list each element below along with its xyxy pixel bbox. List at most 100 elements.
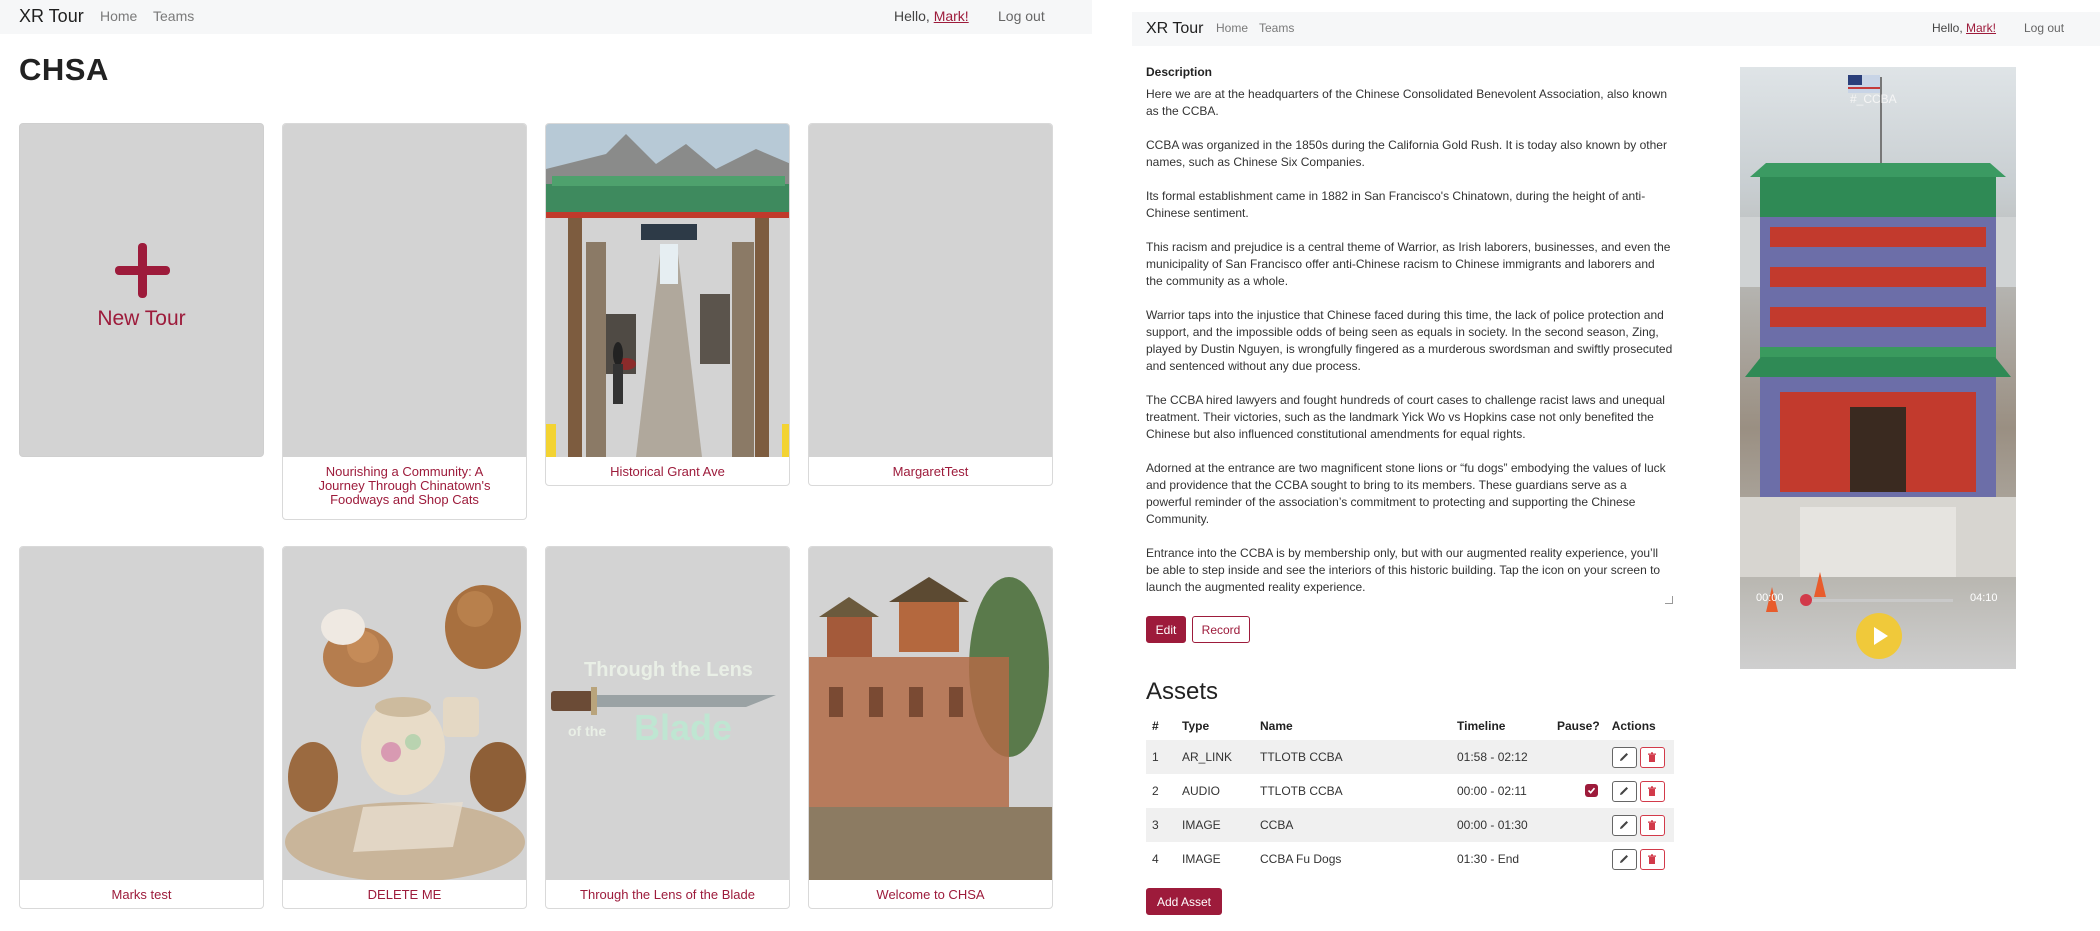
trash-icon: [1648, 786, 1657, 796]
table-row[interactable]: 1 AR_LINK TTLOTB CCBA 01:58 - 02:12: [1146, 740, 1674, 774]
edit-asset-button[interactable]: [1611, 780, 1637, 802]
current-time: 00:00: [1756, 592, 1784, 604]
description-paragraph: Adorned at the entrance are two magnific…: [1146, 461, 1666, 526]
ccba-building-image: [1740, 75, 2016, 612]
table-row[interactable]: 2 AUDIO TTLOTB CCBA 00:00 - 02:11: [1146, 774, 1674, 808]
page-title: CHSA: [19, 52, 109, 87]
description-paragraph: The CCBA hired lawyers and fought hundre…: [1146, 393, 1665, 441]
tour-list-screen: XR Tour Home Teams Hello, Mark! Log out …: [0, 0, 1092, 931]
description-textarea[interactable]: Here we are at the headquarters of the C…: [1146, 86, 1674, 606]
play-icon: [1874, 627, 1888, 645]
cell-pause: [1551, 740, 1606, 774]
trash-icon: [1648, 820, 1657, 830]
cell-type: AUDIO: [1182, 784, 1221, 798]
cell-pause: [1551, 774, 1606, 808]
tour-title: DELETE ME: [367, 887, 442, 902]
edit-asset-button[interactable]: [1611, 746, 1637, 768]
col-pause: Pause?: [1557, 719, 1600, 733]
delete-asset-button[interactable]: [1639, 780, 1665, 802]
tour-thumbnail-placeholder: [809, 124, 1052, 457]
art-title-blade: Blade: [634, 707, 733, 748]
description-paragraph: Its formal establishment came in 1882 in…: [1146, 189, 1646, 220]
cell-number: 1: [1146, 740, 1176, 774]
delete-asset-button[interactable]: [1639, 848, 1665, 870]
description-paragraph: This racism and prejudice is a central t…: [1146, 240, 1671, 288]
cell-number: 4: [1152, 852, 1159, 866]
tour-thumbnail-placeholder: [283, 124, 526, 457]
pause-checkbox[interactable]: [1584, 784, 1598, 797]
nav-teams-link[interactable]: Teams: [1259, 21, 1294, 35]
cell-timeline: 00:00 - 02:11: [1457, 784, 1527, 798]
cell-timeline: 01:58 - 02:12: [1451, 740, 1551, 774]
delete-asset-button[interactable]: [1639, 814, 1665, 836]
user-name-link[interactable]: Mark!: [934, 8, 969, 24]
description-paragraph: CCBA was organized in the 1850s during t…: [1146, 138, 1667, 169]
pencil-icon: [1620, 753, 1629, 761]
greeting-text: Hello,: [894, 8, 934, 24]
cell-name: CCBA Fu Dogs: [1260, 852, 1342, 866]
greeting: Hello, Mark!: [894, 8, 969, 24]
edit-button[interactable]: Edit: [1146, 616, 1186, 643]
tour-title: Marks test: [111, 887, 172, 902]
description-paragraph: Here we are at the headquarters of the C…: [1146, 87, 1667, 118]
cell-timeline: 00:00 - 01:30: [1451, 808, 1551, 842]
cell-number: 2: [1152, 784, 1159, 798]
delete-asset-button[interactable]: [1639, 746, 1665, 768]
description-paragraph: Warrior taps into the injustice that Chi…: [1146, 308, 1673, 373]
total-time: 04:10: [1970, 592, 1998, 604]
textarea-resize-handle[interactable]: [1665, 596, 1673, 604]
cell-name: TTLOTB CCBA: [1260, 784, 1343, 798]
tour-thumbnail-image: Through the Lens of the Blade: [546, 547, 789, 880]
add-asset-button[interactable]: Add Asset: [1146, 888, 1222, 915]
tour-card[interactable]: Through the Lens of the Blade Through th…: [545, 546, 790, 909]
video-progress-knob[interactable]: [1800, 594, 1812, 606]
tour-card[interactable]: Welcome to CHSA: [808, 546, 1053, 909]
tour-title: Through the Lens of the Blade: [580, 887, 755, 902]
brand-logo[interactable]: XR Tour: [1146, 20, 1204, 38]
video-progress-bar[interactable]: [1805, 599, 1953, 602]
play-button[interactable]: [1856, 613, 1902, 659]
assets-heading: Assets: [1146, 678, 1219, 705]
cell-type: AR_LINK: [1176, 740, 1254, 774]
table-header-row: # Type Name Timeline Pause? Actions: [1146, 712, 1674, 740]
nav-teams-link[interactable]: Teams: [153, 8, 194, 24]
logout-link[interactable]: Log out: [998, 8, 1045, 24]
tour-card[interactable]: Nourishing a Community: A Journey Throug…: [282, 123, 527, 520]
col-timeline: Timeline: [1457, 719, 1506, 733]
tour-card[interactable]: Marks test: [19, 546, 264, 909]
tour-card[interactable]: MargaretTest: [808, 123, 1053, 486]
record-button[interactable]: Record: [1192, 616, 1250, 643]
tour-card[interactable]: DELETE ME: [282, 546, 527, 909]
col-actions: Actions: [1611, 719, 1656, 733]
tea-party-image: [285, 585, 526, 880]
cell-pause: [1551, 842, 1606, 876]
pencil-icon: [1620, 821, 1629, 829]
description-paragraph: Entrance into the CCBA is by membership …: [1146, 546, 1661, 594]
tour-thumbnail-image: [546, 124, 789, 457]
col-number: #: [1152, 719, 1159, 733]
nav-home-link[interactable]: Home: [100, 8, 137, 24]
cell-pause: [1551, 808, 1606, 842]
table-row[interactable]: 4 IMAGE CCBA Fu Dogs 01:30 - End: [1146, 842, 1674, 876]
top-navbar: XR Tour Home Teams Hello, Mark! Log out: [0, 0, 1092, 34]
logout-link[interactable]: Log out: [2024, 21, 2064, 35]
brand-logo[interactable]: XR Tour: [19, 6, 84, 27]
edit-asset-button[interactable]: [1611, 848, 1637, 870]
new-tour-card[interactable]: New Tour: [19, 123, 264, 457]
table-row[interactable]: 3 IMAGE CCBA 00:00 - 01:30: [1146, 808, 1674, 842]
trash-icon: [1648, 854, 1657, 864]
cell-number: 3: [1146, 808, 1176, 842]
tour-card[interactable]: Historical Grant Ave: [545, 123, 790, 486]
greeting: Hello, Mark!: [1932, 21, 1996, 35]
tour-thumbnail-image: [809, 547, 1052, 880]
greeting-text: Hello,: [1932, 21, 1967, 35]
new-tour-label: New Tour: [97, 307, 186, 330]
edit-asset-button[interactable]: [1611, 814, 1637, 836]
nav-home-link[interactable]: Home: [1216, 21, 1248, 35]
check-icon: [1587, 787, 1595, 794]
user-name-link[interactable]: Mark!: [1966, 21, 1996, 35]
cell-name: TTLOTB CCBA: [1254, 740, 1451, 774]
col-type: Type: [1182, 719, 1210, 733]
phone-preview: #_CCBA 00:00 04:10: [1740, 67, 2016, 669]
description-label: Description: [1146, 65, 1213, 79]
